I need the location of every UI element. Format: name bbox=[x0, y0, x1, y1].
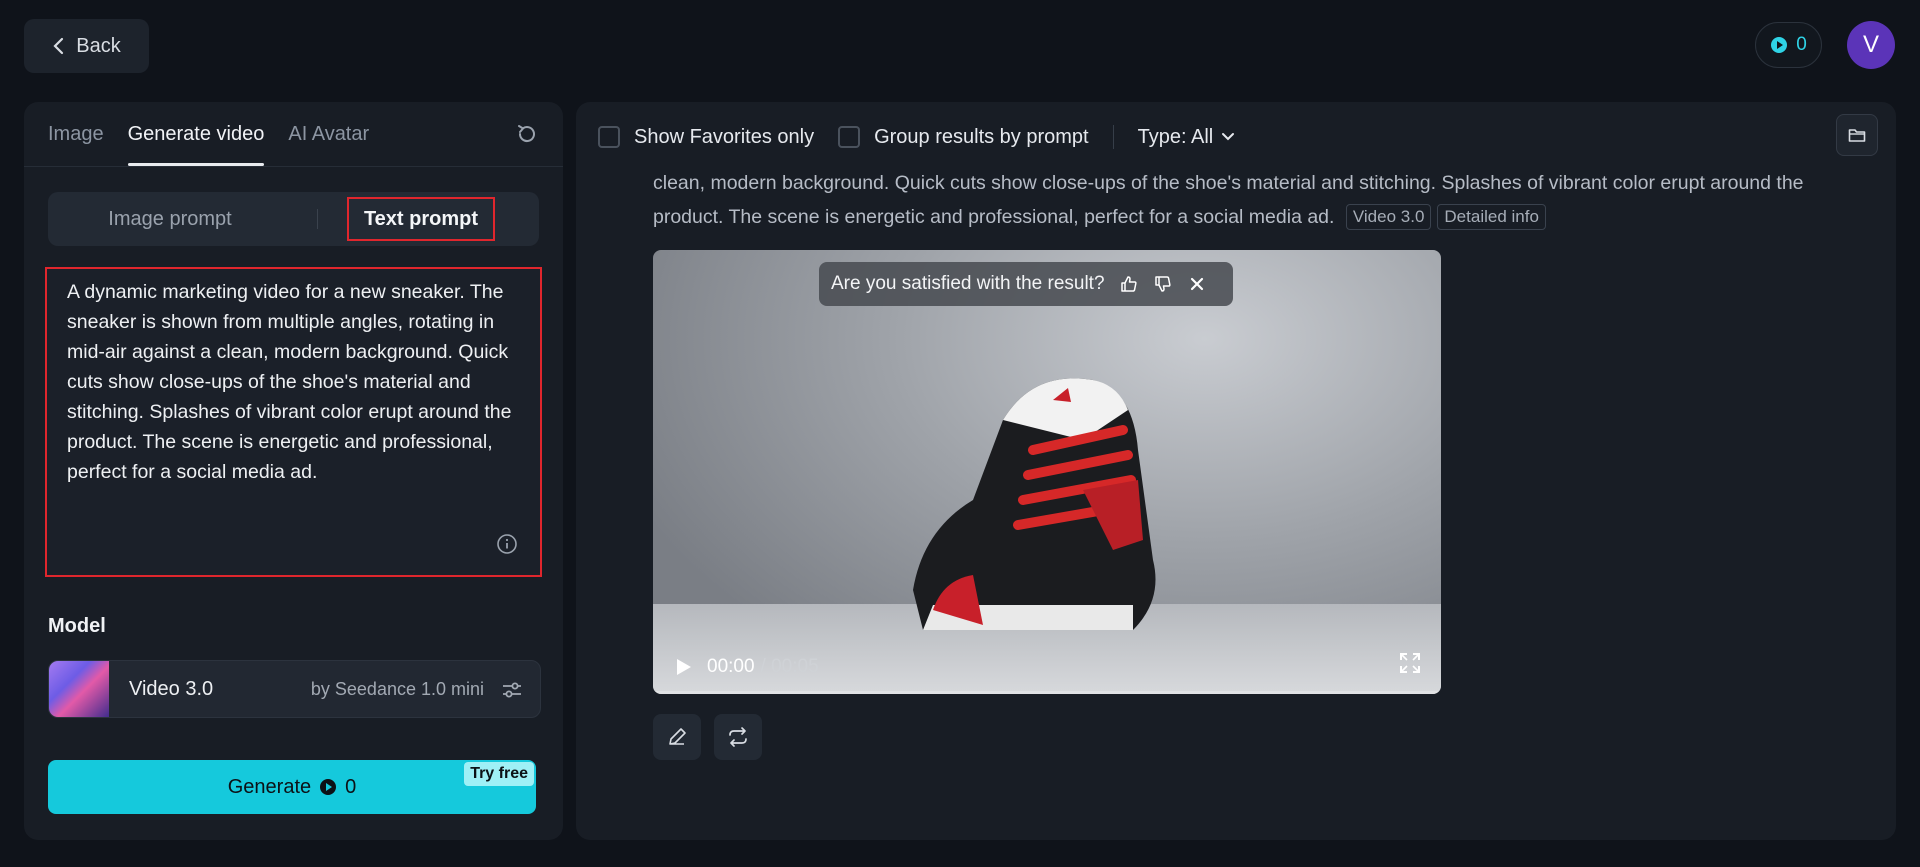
try-free-badge: Try free bbox=[464, 762, 534, 786]
avatar[interactable]: V bbox=[1847, 21, 1895, 69]
folder-icon bbox=[1848, 129, 1866, 142]
credits-badge[interactable]: 0 bbox=[1755, 22, 1822, 68]
result-prompt: clean, modern background. Quick cuts sho… bbox=[653, 166, 1853, 234]
generation-panel: Image Generate video AI Avatar Image pro… bbox=[24, 102, 563, 840]
regenerate-button[interactable] bbox=[714, 714, 762, 760]
video-player[interactable]: Are you satisfied with the result? 00:00… bbox=[653, 250, 1441, 694]
result-prompt-text: clean, modern background. Quick cuts sho… bbox=[653, 172, 1804, 228]
thumbs-up-icon[interactable] bbox=[1119, 274, 1139, 294]
group-by-prompt-checkbox[interactable]: Group results by prompt bbox=[838, 126, 1089, 149]
sneaker-image bbox=[913, 378, 1156, 630]
favorites-checkbox[interactable]: Show Favorites only bbox=[598, 126, 814, 149]
back-button[interactable]: Back bbox=[24, 19, 149, 73]
checkbox-box bbox=[598, 126, 620, 148]
credit-coin-icon bbox=[1771, 37, 1788, 53]
info-icon[interactable] bbox=[496, 533, 518, 555]
group-label: Group results by prompt bbox=[874, 125, 1089, 148]
sliders-icon[interactable] bbox=[500, 678, 524, 702]
repeat-icon bbox=[729, 727, 747, 747]
feedback-bar: Are you satisfied with the result? bbox=[819, 262, 1233, 306]
model-thumbnail bbox=[49, 661, 109, 717]
tab-generate-video[interactable]: Generate video bbox=[127, 102, 264, 166]
chevron-down-icon bbox=[1222, 133, 1235, 141]
edit-button[interactable] bbox=[653, 714, 701, 760]
credits-count: 0 bbox=[1796, 34, 1807, 55]
credit-coin-icon bbox=[320, 779, 337, 795]
type-filter-label: Type: All bbox=[1137, 125, 1214, 148]
back-label: Back bbox=[76, 34, 121, 57]
prompt-text: A dynamic marketing video for a new snea… bbox=[67, 281, 512, 483]
generate-label: Generate bbox=[227, 775, 312, 798]
video-progress-bar[interactable] bbox=[653, 691, 1441, 694]
tab-divider bbox=[24, 166, 563, 167]
type-filter-dropdown[interactable]: Type: All bbox=[1138, 126, 1236, 149]
tab-ai-avatar[interactable]: AI Avatar bbox=[288, 102, 369, 166]
toolbar-divider bbox=[1112, 125, 1114, 149]
model-name: Video 3.0 bbox=[129, 678, 214, 700]
time-total: / 00:05 bbox=[760, 656, 819, 677]
play-icon[interactable] bbox=[673, 657, 693, 677]
avatar-initial: V bbox=[1862, 31, 1879, 58]
time-current: 00:00 bbox=[707, 656, 755, 677]
detailed-info-chip[interactable]: Detailed info bbox=[1437, 204, 1546, 230]
folder-button[interactable] bbox=[1836, 114, 1878, 156]
generate-button[interactable]: Generate 0 Try free bbox=[48, 760, 536, 814]
text-prompt-option[interactable]: Text prompt bbox=[347, 197, 495, 241]
reset-icon[interactable] bbox=[515, 122, 539, 146]
results-panel: Show Favorites only Group results by pro… bbox=[576, 102, 1896, 840]
model-chip[interactable]: Video 3.0 bbox=[1345, 204, 1432, 230]
fullscreen-icon[interactable] bbox=[1399, 652, 1421, 674]
results-toolbar: Show Favorites only Group results by pro… bbox=[598, 122, 1235, 152]
generate-cost: 0 bbox=[345, 775, 357, 798]
prompt-input[interactable]: A dynamic marketing video for a new snea… bbox=[45, 267, 542, 577]
model-selector[interactable]: Video 3.0 by Seedance 1.0 mini bbox=[48, 660, 541, 718]
tab-image[interactable]: Image bbox=[48, 102, 104, 166]
model-heading: Model bbox=[48, 615, 106, 637]
image-prompt-option[interactable]: Image prompt bbox=[48, 192, 292, 246]
checkbox-box bbox=[838, 126, 861, 148]
segment-divider bbox=[317, 209, 318, 229]
pencil-icon bbox=[669, 728, 686, 745]
chevron-left-icon bbox=[53, 37, 64, 55]
model-provider: by Seedance 1.0 mini bbox=[310, 679, 484, 699]
prompt-mode-toggle: Image prompt Text prompt bbox=[48, 192, 539, 246]
favorites-label: Show Favorites only bbox=[634, 125, 815, 148]
feedback-question: Are you satisfied with the result? bbox=[831, 273, 1105, 294]
video-controls: 00:00 / 00:05 bbox=[673, 656, 819, 678]
mode-tabs: Image Generate video AI Avatar bbox=[48, 102, 369, 166]
thumbs-down-icon[interactable] bbox=[1153, 274, 1173, 294]
close-icon[interactable] bbox=[1187, 274, 1207, 294]
